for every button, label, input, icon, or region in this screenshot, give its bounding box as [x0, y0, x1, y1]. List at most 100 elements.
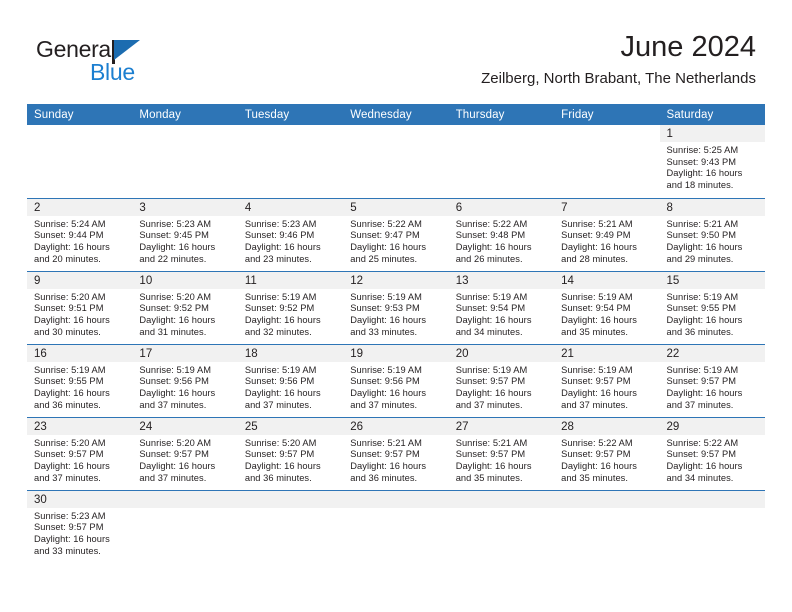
- day-sun-info-line: Sunset: 9:57 PM: [666, 449, 737, 460]
- day-sun-info: Sunrise: 5:20 AM Sunset: 9:52 PM Daylight:…: [132, 289, 237, 339]
- day-sun-info-line: Sunrise: 5:23 AM: [244, 218, 317, 229]
- day-sun-info: Sunrise: 5:19 AM Sunset: 9:57 PM Daylight:…: [554, 362, 659, 412]
- calendar-day-cell[interactable]: 19 Sunrise: 5:19 AM Sunset: 9:56 PM Dayligh…: [343, 343, 449, 417]
- day-sun-info-line: Sunrise: 5:19 AM: [666, 291, 739, 302]
- day-number: 13: [448, 271, 555, 289]
- day-cell-inner: [554, 490, 660, 563]
- day-sun-info: Sunrise: 5:19 AM Sunset: 9:56 PM Daylight:…: [238, 362, 343, 412]
- day-number: 17: [132, 344, 238, 362]
- day-number: 23: [27, 417, 133, 435]
- calendar-day-cell[interactable]: 27 Sunrise: 5:21 AM Sunset: 9:57 PM Dayligh…: [448, 416, 555, 490]
- day-cell-inner: 2 Sunrise: 5:24 AM Sunset: 9:44 PM Daylight…: [27, 198, 133, 271]
- calendar-empty-cell: [448, 125, 555, 198]
- calendar-day-cell[interactable]: 9 Sunrise: 5:20 AM Sunset: 9:51 PM Daylight…: [27, 270, 133, 344]
- day-sun-info-line: Daylight: 16 hours: [244, 460, 321, 471]
- day-cell-inner: 16 Sunrise: 5:19 AM Sunset: 9:55 PM Dayligh…: [27, 344, 133, 417]
- general-blue-logo[interactable]: General Blue: [36, 38, 196, 90]
- day-sun-info-line: and 31 minutes.: [139, 326, 207, 337]
- day-sun-info-line: Sunrise: 5:19 AM: [244, 364, 317, 375]
- day-sun-info: Sunrise: 5:25 AM Sunset: 9:43 PM Daylight:…: [660, 142, 765, 192]
- calendar-day-cell[interactable]: 4 Sunrise: 5:23 AM Sunset: 9:46 PM Daylight…: [237, 197, 344, 271]
- day-sun-info-line: Daylight: 16 hours: [139, 460, 216, 471]
- day-sun-info-line: Sunset: 9:51 PM: [34, 303, 104, 314]
- day-sun-info: [449, 142, 554, 145]
- calendar-day-cell[interactable]: 22 Sunrise: 5:19 AM Sunset: 9:57 PM Dayligh…: [659, 343, 765, 417]
- calendar-day-cell[interactable]: 3 Sunrise: 5:23 AM Sunset: 9:45 PM Daylight…: [132, 197, 238, 271]
- calendar-empty-cell: [343, 125, 449, 198]
- calendar-day-cell[interactable]: 11 Sunrise: 5:19 AM Sunset: 9:52 PM Dayligh…: [237, 270, 344, 344]
- calendar-day-cell[interactable]: 23 Sunrise: 5:20 AM Sunset: 9:57 PM Dayligh…: [27, 416, 133, 490]
- day-cell-inner: 3 Sunrise: 5:23 AM Sunset: 9:45 PM Daylight…: [132, 198, 238, 271]
- day-number: 21: [554, 344, 660, 362]
- calendar-day-cell[interactable]: 28 Sunrise: 5:22 AM Sunset: 9:57 PM Dayligh…: [554, 416, 660, 490]
- calendar-week-row: 1 Sunrise: 5:25 AM Sunset: 9:43 PM Daylight…: [27, 125, 765, 198]
- calendar-day-cell[interactable]: 8 Sunrise: 5:21 AM Sunset: 9:50 PM Daylight…: [659, 197, 765, 271]
- day-number: [659, 490, 765, 508]
- day-sun-info-line: and 37 minutes.: [666, 399, 734, 410]
- day-sun-info-line: Sunrise: 5:20 AM: [139, 291, 212, 302]
- day-sun-info-line: Sunset: 9:47 PM: [350, 230, 420, 241]
- day-sun-info: Sunrise: 5:23 AM Sunset: 9:46 PM Daylight:…: [238, 216, 343, 266]
- calendar-day-cell[interactable]: 10 Sunrise: 5:20 AM Sunset: 9:52 PM Dayligh…: [132, 270, 238, 344]
- calendar-day-cell[interactable]: 1 Sunrise: 5:25 AM Sunset: 9:43 PM Daylight…: [659, 125, 765, 198]
- day-sun-info-line: and 28 minutes.: [561, 253, 629, 264]
- calendar-day-cell[interactable]: 5 Sunrise: 5:22 AM Sunset: 9:47 PM Daylight…: [343, 197, 449, 271]
- calendar-day-cell[interactable]: 12 Sunrise: 5:19 AM Sunset: 9:53 PM Dayligh…: [343, 270, 449, 344]
- day-sun-info-line: Daylight: 16 hours: [666, 241, 743, 252]
- calendar-day-cell[interactable]: 29 Sunrise: 5:22 AM Sunset: 9:57 PM Dayligh…: [659, 416, 765, 490]
- calendar-body: 1 Sunrise: 5:25 AM Sunset: 9:43 PM Daylight…: [27, 125, 765, 563]
- day-number: 11: [237, 271, 344, 289]
- day-sun-info: Sunrise: 5:23 AM Sunset: 9:57 PM Daylight:…: [27, 508, 132, 558]
- day-number: 16: [27, 344, 133, 362]
- calendar-day-cell[interactable]: 21 Sunrise: 5:19 AM Sunset: 9:57 PM Dayligh…: [554, 343, 660, 417]
- day-cell-inner: 10 Sunrise: 5:20 AM Sunset: 9:52 PM Dayligh…: [132, 271, 238, 344]
- day-cell-inner: [659, 490, 765, 563]
- day-sun-info-line: Daylight: 16 hours: [561, 241, 637, 252]
- day-sun-info-line: and 18 minutes.: [666, 180, 734, 191]
- day-sun-info-line: Sunrise: 5:21 AM: [561, 218, 633, 229]
- day-sun-info-line: Daylight: 16 hours: [34, 387, 110, 398]
- day-sun-info-line: and 35 minutes.: [561, 326, 629, 337]
- calendar-day-cell[interactable]: 14 Sunrise: 5:19 AM Sunset: 9:54 PM Dayligh…: [554, 270, 660, 344]
- day-sun-info-line: and 36 minutes.: [666, 326, 734, 337]
- day-cell-inner: 17 Sunrise: 5:19 AM Sunset: 9:56 PM Dayligh…: [132, 344, 238, 417]
- day-sun-info-line: Sunset: 9:52 PM: [139, 303, 209, 314]
- calendar-empty-cell: [554, 489, 660, 563]
- day-sun-info-line: Sunset: 9:56 PM: [244, 376, 315, 387]
- day-number: [237, 490, 344, 508]
- calendar-day-cell[interactable]: 24 Sunrise: 5:20 AM Sunset: 9:57 PM Dayligh…: [132, 416, 238, 490]
- day-sun-info-line: Daylight: 16 hours: [244, 241, 321, 252]
- day-sun-info-line: and 37 minutes.: [244, 399, 312, 410]
- calendar-day-cell[interactable]: 2 Sunrise: 5:24 AM Sunset: 9:44 PM Daylight…: [27, 197, 133, 271]
- day-cell-inner: 30 Sunrise: 5:23 AM Sunset: 9:57 PM Dayligh…: [27, 490, 133, 563]
- page-subtitle: Zeilberg, North Brabant, The Netherlands: [481, 70, 756, 87]
- day-sun-info-line: Sunset: 9:43 PM: [666, 156, 737, 167]
- day-sun-info-line: Daylight: 16 hours: [666, 460, 743, 471]
- day-cell-inner: [132, 490, 238, 563]
- day-cell-inner: 13 Sunrise: 5:19 AM Sunset: 9:54 PM Dayligh…: [448, 271, 555, 344]
- day-number: 2: [27, 198, 133, 216]
- calendar-day-cell[interactable]: 17 Sunrise: 5:19 AM Sunset: 9:56 PM Dayligh…: [132, 343, 238, 417]
- calendar-day-cell[interactable]: 13 Sunrise: 5:19 AM Sunset: 9:54 PM Dayligh…: [448, 270, 555, 344]
- day-sun-info: [449, 508, 554, 511]
- calendar-day-cell[interactable]: 15 Sunrise: 5:19 AM Sunset: 9:55 PM Dayligh…: [659, 270, 765, 344]
- day-sun-info: [27, 142, 132, 145]
- day-sun-info-line: and 34 minutes.: [455, 326, 523, 337]
- calendar-page: General Blue June 2024 Zeilberg, North B…: [0, 0, 792, 612]
- day-sun-info-line: Sunrise: 5:22 AM: [666, 437, 739, 448]
- calendar-day-cell[interactable]: 16 Sunrise: 5:19 AM Sunset: 9:55 PM Dayligh…: [27, 343, 133, 417]
- calendar-day-cell[interactable]: 30 Sunrise: 5:23 AM Sunset: 9:57 PM Dayligh…: [27, 489, 133, 563]
- calendar-day-cell[interactable]: 26 Sunrise: 5:21 AM Sunset: 9:57 PM Dayligh…: [343, 416, 449, 490]
- calendar-day-cell[interactable]: 25 Sunrise: 5:20 AM Sunset: 9:57 PM Dayligh…: [237, 416, 344, 490]
- day-sun-info: Sunrise: 5:19 AM Sunset: 9:55 PM Daylight:…: [660, 289, 765, 339]
- day-sun-info-line: Sunset: 9:50 PM: [666, 230, 737, 241]
- day-sun-info-line: Sunset: 9:54 PM: [455, 303, 526, 314]
- title-block: June 2024 Zeilberg, North Brabant, The N…: [481, 30, 756, 88]
- calendar-day-cell[interactable]: 7 Sunrise: 5:21 AM Sunset: 9:49 PM Daylight…: [554, 197, 660, 271]
- day-sun-info-line: Sunrise: 5:20 AM: [139, 437, 212, 448]
- calendar-day-cell[interactable]: 20 Sunrise: 5:19 AM Sunset: 9:57 PM Dayligh…: [448, 343, 555, 417]
- day-cell-inner: 29 Sunrise: 5:22 AM Sunset: 9:57 PM Dayligh…: [659, 417, 765, 490]
- calendar-day-cell[interactable]: 18 Sunrise: 5:19 AM Sunset: 9:56 PM Dayligh…: [237, 343, 344, 417]
- calendar-day-cell[interactable]: 6 Sunrise: 5:22 AM Sunset: 9:48 PM Daylight…: [448, 197, 555, 271]
- sunrise-sunset-calendar: Sunday Monday Tuesday Wednesday Thursday…: [27, 104, 765, 563]
